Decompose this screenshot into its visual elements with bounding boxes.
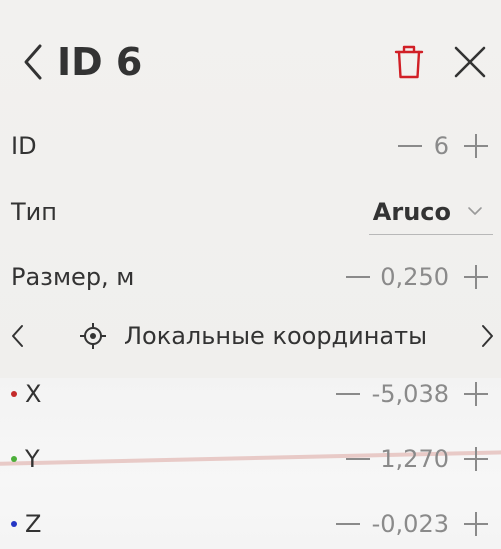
type-select-value: Aruco — [372, 198, 451, 226]
z-decrement-button[interactable] — [334, 510, 362, 538]
size-value[interactable]: 0,250 — [380, 257, 449, 297]
size-decrement-button[interactable] — [344, 263, 372, 291]
id-increment-button[interactable] — [462, 132, 490, 160]
plus-icon — [464, 512, 488, 536]
plus-icon — [464, 382, 488, 406]
x-value[interactable]: -5,038 — [372, 374, 449, 414]
x-label: X — [25, 380, 42, 408]
close-icon — [454, 46, 486, 78]
trash-icon — [394, 45, 424, 79]
x-axis-dot — [11, 391, 17, 397]
plus-icon — [464, 447, 488, 471]
id-value[interactable]: 6 — [434, 126, 449, 166]
size-increment-button[interactable] — [462, 263, 490, 291]
type-row: Тип Aruco — [0, 192, 501, 235]
minus-icon — [336, 393, 360, 395]
y-axis-dot — [11, 456, 17, 462]
chevron-right-icon — [482, 325, 493, 347]
y-decrement-button[interactable] — [344, 445, 372, 473]
delete-button[interactable] — [391, 42, 427, 82]
z-coordinate-row: Z -0,023 — [0, 504, 501, 544]
x-increment-button[interactable] — [462, 380, 490, 408]
y-coordinate-row: Y 1,270 — [0, 439, 501, 479]
minus-icon — [346, 276, 370, 278]
back-button[interactable] — [18, 40, 52, 84]
z-label: Z — [25, 510, 42, 538]
minus-icon — [346, 458, 370, 460]
plus-icon — [464, 265, 488, 289]
chevron-down-icon — [468, 207, 482, 215]
chevron-left-icon — [12, 325, 23, 347]
crosshair-icon — [80, 323, 106, 349]
minus-icon — [398, 145, 422, 147]
id-decrement-button[interactable] — [396, 132, 424, 160]
close-button[interactable] — [450, 42, 490, 82]
x-coordinate-row: X -5,038 — [0, 374, 501, 414]
type-label: Тип — [11, 198, 57, 226]
size-row: Размер, м 0,250 — [0, 257, 501, 297]
y-increment-button[interactable] — [462, 445, 490, 473]
z-axis-dot — [11, 521, 17, 527]
y-label: Y — [25, 445, 40, 473]
z-increment-button[interactable] — [462, 510, 490, 538]
id-label: ID — [11, 132, 37, 160]
coordinate-system-selector: Локальные координаты — [0, 316, 501, 356]
chevron-left-icon — [24, 44, 42, 80]
next-coordinate-system-button[interactable] — [474, 320, 500, 352]
y-value[interactable]: 1,270 — [380, 439, 449, 479]
type-select[interactable]: Aruco — [369, 192, 493, 235]
z-value[interactable]: -0,023 — [372, 504, 449, 544]
id-row: ID 6 — [0, 126, 501, 166]
previous-coordinate-system-button[interactable] — [5, 320, 31, 352]
size-label: Размер, м — [11, 263, 135, 291]
x-decrement-button[interactable] — [334, 380, 362, 408]
page-title: ID 6 — [57, 40, 143, 84]
header: ID 6 — [0, 30, 501, 94]
minus-icon — [336, 523, 360, 525]
plus-icon — [464, 134, 488, 158]
coordinate-system-title: Локальные координаты — [124, 322, 428, 350]
